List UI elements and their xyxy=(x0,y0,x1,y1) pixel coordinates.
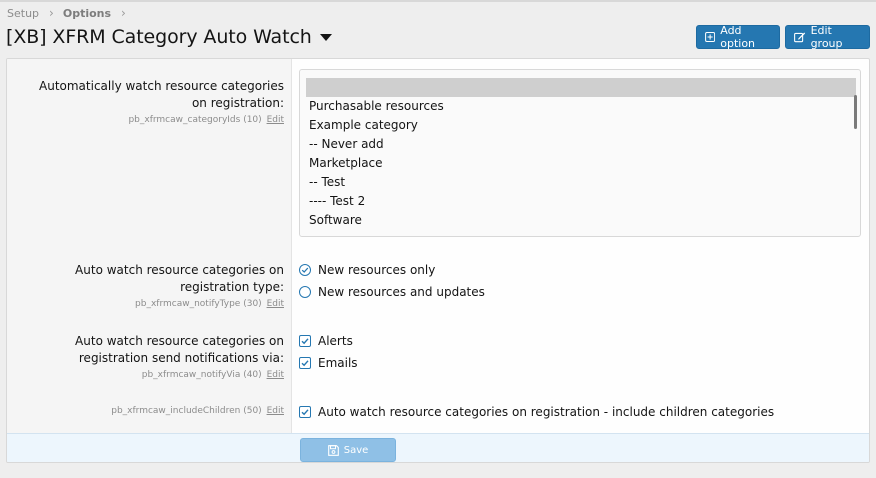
edit-group-button[interactable]: Edit group xyxy=(785,24,870,50)
notify-type-choice-label: New resources and updates xyxy=(318,285,485,299)
page-title: [XB] XFRM Category Auto Watch xyxy=(6,26,332,48)
radio-checked-icon[interactable] xyxy=(299,264,311,276)
notify-type-edit-link[interactable]: Edit xyxy=(267,299,284,309)
include-children-option[interactable]: Auto watch resource categories on regist… xyxy=(299,405,774,419)
listbox-option[interactable]: ---- Test 2 xyxy=(300,192,860,211)
notify-via-emails[interactable]: Emails xyxy=(299,356,358,370)
option-label-notify-via: Auto watch resource categories on regist… xyxy=(24,333,284,382)
caret-down-icon[interactable] xyxy=(319,33,332,41)
notify-via-label: Auto watch resource categories on regist… xyxy=(75,334,284,365)
category-ids-label: Automatically watch resource categories … xyxy=(39,79,284,110)
top-border xyxy=(0,0,876,2)
notify-type-choice-updates[interactable]: New resources and updates xyxy=(299,285,485,299)
notify-via-alerts[interactable]: Alerts xyxy=(299,334,353,348)
notify-type-label: Auto watch resource categories on regist… xyxy=(75,263,284,294)
listbox-option[interactable]: Purchasable resources xyxy=(300,97,860,116)
notify-via-alerts-label: Alerts xyxy=(318,334,353,348)
listbox-option[interactable]: -- Test xyxy=(300,173,860,192)
edit-group-label: Edit group xyxy=(810,24,843,50)
category-ids-edit-link[interactable]: Edit xyxy=(267,115,284,125)
save-button[interactable]: Save xyxy=(300,438,396,462)
notify-via-emails-label: Emails xyxy=(318,356,358,370)
save-label: Save xyxy=(343,444,369,456)
notify-via-edit-link[interactable]: Edit xyxy=(267,370,284,380)
notify-type-choice-new[interactable]: New resources only xyxy=(299,263,435,277)
add-option-button[interactable]: Add option xyxy=(696,24,780,50)
checkbox-checked-icon[interactable] xyxy=(299,406,311,418)
options-block: Automatically watch resource categories … xyxy=(6,58,870,463)
breadcrumb-setup[interactable]: Setup xyxy=(7,7,39,20)
option-label-category-ids: Automatically watch resource categories … xyxy=(24,78,284,127)
save-icon xyxy=(327,444,339,456)
add-option-label: Add option xyxy=(720,24,756,50)
listbox-option[interactable]: Marketplace xyxy=(300,154,860,173)
breadcrumb-chevron-icon: › xyxy=(121,6,126,20)
category-ids-hint: pb_xfrmcaw_categoryIds (10) Edit xyxy=(128,115,284,125)
listbox-option[interactable]: Example category xyxy=(300,116,860,135)
breadcrumb-options[interactable]: Options xyxy=(63,7,111,20)
checkbox-checked-icon[interactable] xyxy=(299,335,311,347)
notify-via-hint: pb_xfrmcaw_notifyVia (40) Edit xyxy=(141,370,284,380)
radio-icon[interactable] xyxy=(299,286,311,298)
breadcrumb: Setup › Options › xyxy=(7,6,135,20)
include-children-edit-link[interactable]: Edit xyxy=(267,406,284,416)
breadcrumb-chevron-icon: › xyxy=(49,6,54,20)
listbox-scrollbar[interactable] xyxy=(854,95,857,129)
form-footer: Save xyxy=(7,433,869,462)
edit-icon xyxy=(794,32,806,43)
option-label-notify-type: Auto watch resource categories on regist… xyxy=(24,262,284,311)
listbox-option[interactable]: Software xyxy=(300,211,860,230)
listbox-option[interactable]: -- Never add xyxy=(300,135,860,154)
notify-type-hint: pb_xfrmcaw_notifyType (30) Edit xyxy=(135,299,284,309)
plus-square-icon xyxy=(705,31,716,43)
include-children-label: Auto watch resource categories on regist… xyxy=(318,405,775,419)
listbox-option[interactable] xyxy=(306,78,856,97)
category-listbox[interactable]: Purchasable resources Example category -… xyxy=(299,69,861,237)
checkbox-checked-icon[interactable] xyxy=(299,357,311,369)
notify-type-choice-label: New resources only xyxy=(318,263,436,277)
page-title-text: [XB] XFRM Category Auto Watch xyxy=(6,26,312,48)
option-label-include-children: pb_xfrmcaw_includeChildren (50) Edit xyxy=(24,403,284,418)
include-children-hint: pb_xfrmcaw_includeChildren (50) Edit xyxy=(111,406,284,416)
